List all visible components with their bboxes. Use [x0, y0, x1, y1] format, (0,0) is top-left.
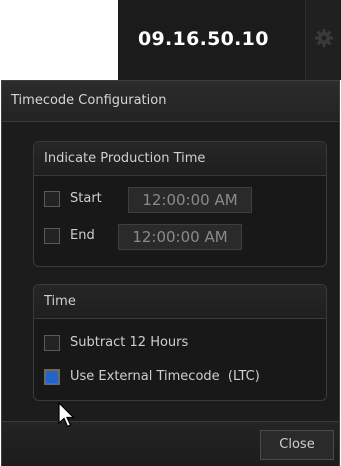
start-label: Start [70, 191, 102, 206]
settings-button[interactable] [305, 0, 341, 80]
subtract-12-hours-label: Subtract 12 Hours [70, 335, 189, 350]
end-label: End [70, 228, 95, 243]
start-time-field[interactable]: 12:00:00 AM [128, 187, 252, 213]
arrow-cursor-icon [58, 402, 75, 428]
production-time-heading: Indicate Production Time [34, 142, 326, 176]
timecode-display: 09.16.50.10 [138, 28, 269, 50]
gear-icon [315, 29, 333, 47]
panel-header: Timecode Configuration [2, 81, 339, 122]
time-group: Time Subtract 12 Hours Use External Time… [33, 284, 327, 401]
use-external-timecode-row: Use External Timecode (LTC) [44, 365, 319, 389]
subtract-12-hours-checkbox[interactable] [44, 335, 60, 351]
end-checkbox[interactable] [44, 228, 60, 244]
panel-title: Timecode Configuration [11, 93, 167, 108]
start-checkbox[interactable] [44, 191, 60, 207]
close-button[interactable]: Close [260, 430, 334, 460]
use-external-timecode-checkbox[interactable] [44, 369, 60, 385]
start-row: Start 12:00:00 AM [44, 187, 319, 213]
panel-footer: Close [2, 421, 339, 466]
end-row: End 12:00:00 AM [44, 224, 319, 250]
end-time-field[interactable]: 12:00:00 AM [118, 224, 242, 250]
use-external-timecode-label: Use External Timecode (LTC) [70, 369, 260, 384]
timecode-configuration-panel: Timecode Configuration Indicate Producti… [1, 80, 340, 466]
subtract-12-hours-row: Subtract 12 Hours [44, 331, 319, 355]
time-heading: Time [34, 285, 326, 319]
production-time-group: Indicate Production Time Start 12:00:00 … [33, 141, 327, 267]
